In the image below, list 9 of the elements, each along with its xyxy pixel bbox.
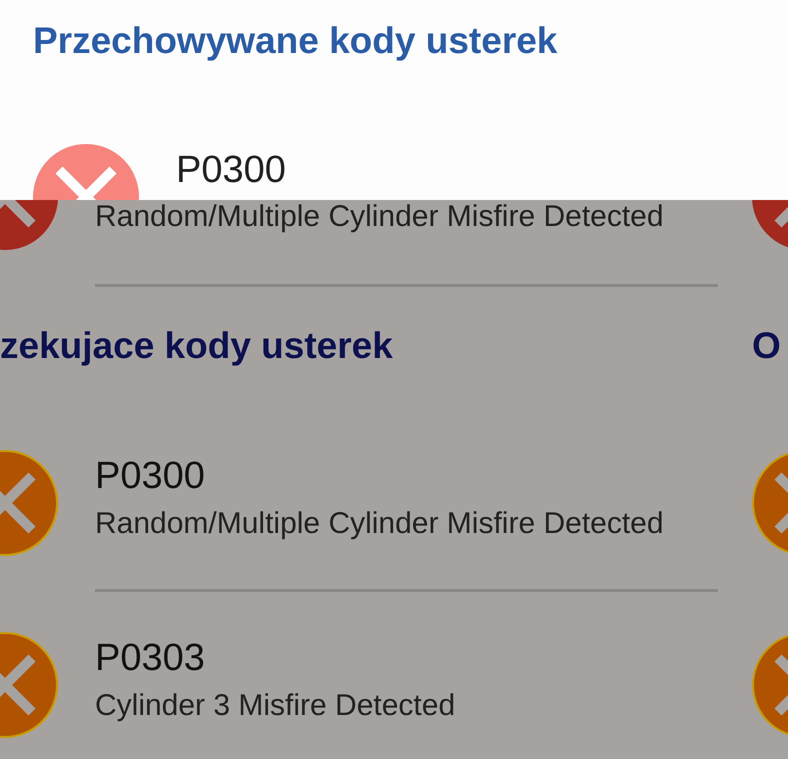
fault-code: P0303 <box>95 636 206 680</box>
section-title: O <box>752 324 781 368</box>
fault-code: P0300 <box>95 454 206 498</box>
section-title: Przechowywane kody usterek <box>33 19 558 63</box>
section-title: zekujace kody usterek <box>0 324 393 368</box>
fault-description: Random/Multiple Cylinder Misfire Detected <box>95 507 665 541</box>
fault-description: Cylinder 3 Misfire Detected <box>95 689 456 723</box>
fault-code: P0300 <box>176 148 286 192</box>
fault-description: Random/Multiple Cylinder Misfire Detected <box>95 200 665 234</box>
